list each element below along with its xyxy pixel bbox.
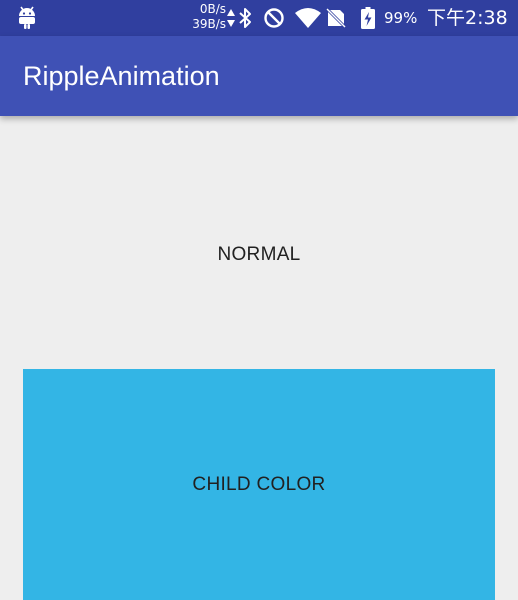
no-signal-icon [325,7,347,29]
bluetooth-icon [239,8,251,28]
child-color-button-label: CHILD COLOR [192,473,326,495]
app-bar: RippleAnimation [0,36,518,116]
status-bar: 0B/s 39B/s 99% 下午2:38 [0,0,518,36]
normal-button-label: NORMAL [217,244,301,265]
wifi-icon [295,8,321,28]
app-title: RippleAnimation [23,61,220,91]
upload-speed: 0B/s [199,2,226,16]
transfer-arrows-icon [227,9,235,27]
clock: 下午2:38 [427,7,508,29]
normal-button[interactable]: NORMAL [0,140,518,370]
download-speed: 39B/s [192,17,226,31]
battery-percentage: 99% [384,9,418,27]
network-speed: 0B/s 39B/s [186,2,226,32]
app-screen: 0B/s 39B/s 99% 下午2:38 RippleAnimation NO… [0,0,518,600]
android-icon [19,6,35,29]
child-color-button[interactable]: CHILD COLOR [23,369,495,600]
battery-charging-icon [361,7,375,29]
do-not-disturb-icon [264,8,284,28]
